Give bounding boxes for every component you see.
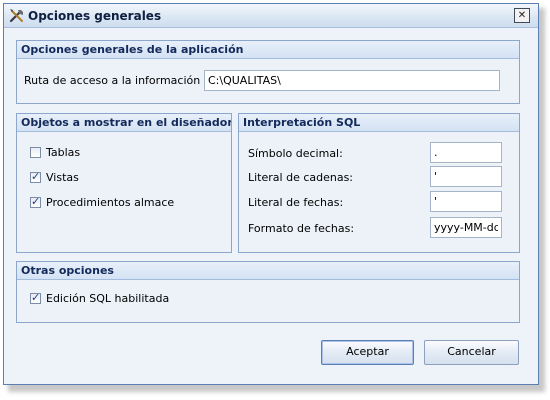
other-options-group: Otras opciones ✓ Edición SQL habilitada — [16, 261, 520, 323]
cancel-button[interactable]: Cancelar — [424, 340, 519, 365]
app-options-header: Opciones generales de la aplicación — [17, 41, 519, 59]
tablas-label: Tablas — [46, 146, 81, 159]
decimal-symbol-label: Símbolo decimal: — [248, 147, 343, 160]
designer-objects-header: Objetos a mostrar en el diseñador vis — [17, 114, 231, 132]
string-literal-input[interactable] — [430, 166, 502, 187]
local-path-input[interactable] — [204, 70, 500, 91]
date-literal-label: Literal de fechas: — [248, 196, 344, 209]
vistas-label: Vistas — [46, 171, 79, 184]
date-format-input[interactable] — [430, 217, 502, 238]
procedimientos-checkbox[interactable]: ✓ — [30, 196, 41, 208]
sql-edit-checkbox[interactable]: ✓ — [30, 292, 41, 304]
dialog-client-area: Opciones generales de la aplicación Ruta… — [4, 29, 538, 384]
other-options-header: Otras opciones — [17, 262, 519, 280]
string-literal-label: Literal de cadenas: — [248, 171, 354, 184]
dialog-window: Opciones generales ✕ Opciones generales … — [3, 3, 539, 385]
tools-icon — [9, 9, 23, 23]
title-bar[interactable]: Opciones generales ✕ — [4, 4, 538, 28]
checkbox-vistas[interactable]: ✓ Vistas — [30, 171, 230, 185]
checkmark-icon: ✓ — [31, 292, 41, 304]
close-icon: ✕ — [517, 10, 527, 21]
checkmark-icon: ✓ — [31, 196, 41, 208]
accept-button[interactable]: Aceptar — [321, 340, 414, 365]
checkbox-sql-edit[interactable]: ✓ Edición SQL habilitada — [30, 292, 330, 306]
designer-objects-group: Objetos a mostrar en el diseñador vis Ta… — [16, 113, 232, 253]
sql-interpretation-group: Interpretación SQL Símbolo decimal: Lite… — [238, 113, 520, 253]
sql-edit-label: Edición SQL habilitada — [46, 292, 170, 305]
vistas-checkbox[interactable]: ✓ — [30, 171, 41, 183]
tablas-checkbox[interactable] — [30, 147, 41, 158]
checkbox-tablas[interactable]: Tablas — [30, 146, 230, 160]
window-title: Opciones generales — [28, 9, 162, 23]
date-literal-input[interactable] — [430, 191, 502, 212]
checkmark-icon: ✓ — [31, 171, 41, 183]
local-path-label: Ruta de acceso a la información local: — [24, 74, 234, 87]
decimal-symbol-input[interactable] — [430, 142, 502, 163]
close-button[interactable]: ✕ — [514, 8, 530, 23]
date-format-label: Formato de fechas: — [248, 222, 355, 235]
checkbox-procedimientos[interactable]: ✓ Procedimientos almacenados — [30, 196, 175, 210]
app-options-group: Opciones generales de la aplicación Ruta… — [16, 40, 520, 104]
sql-interpretation-header: Interpretación SQL — [239, 114, 519, 132]
procedimientos-label: Procedimientos almacenados — [46, 196, 175, 209]
